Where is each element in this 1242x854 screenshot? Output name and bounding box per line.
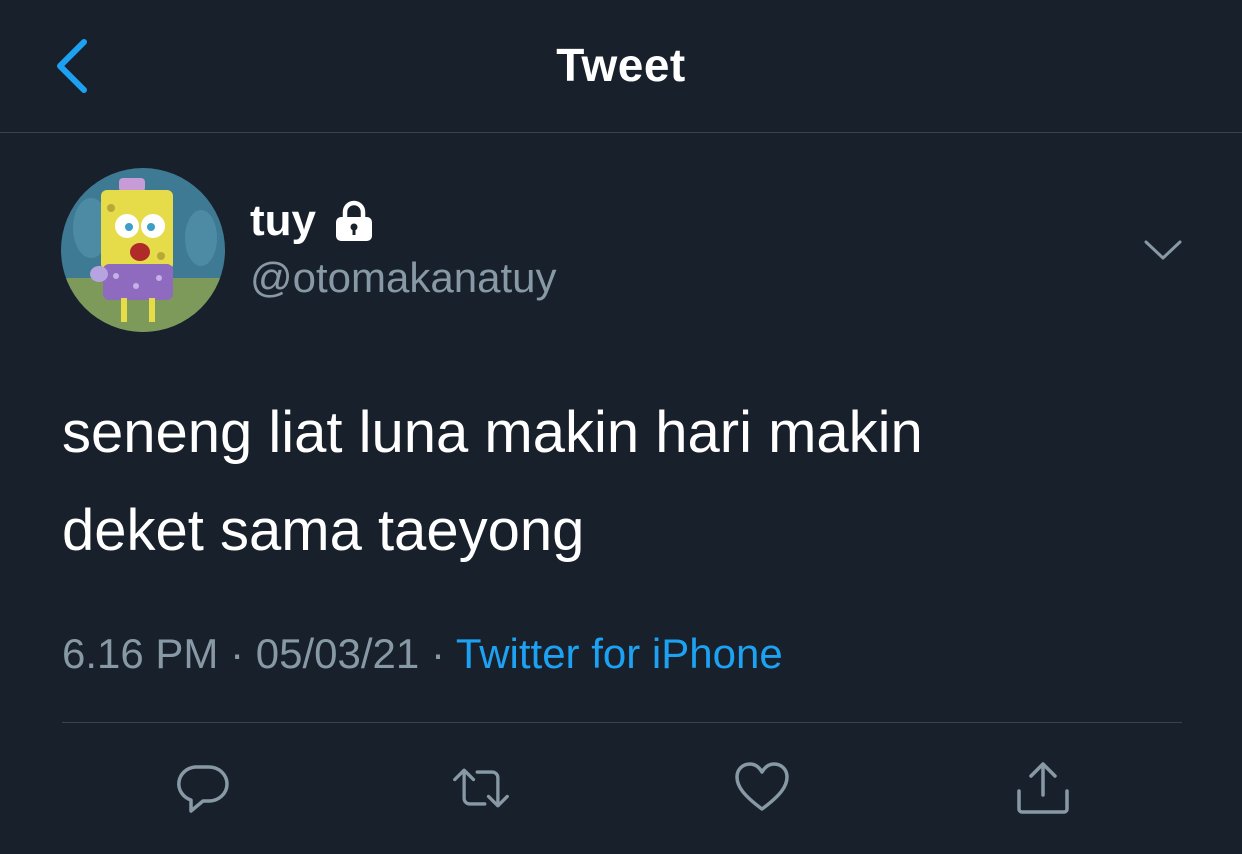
top-nav-bar: Tweet xyxy=(0,0,1242,133)
like-button[interactable] xyxy=(732,756,792,820)
reply-icon xyxy=(177,765,229,813)
tweet-date: 05/03/21 xyxy=(255,630,420,677)
tweet-detail-screen: Tweet tuy @otomakanatuy seneng liat luna… xyxy=(0,0,1242,854)
avatar[interactable] xyxy=(61,168,225,332)
author-handle[interactable]: @otomakanatuy xyxy=(250,254,556,302)
tweet-options-button[interactable] xyxy=(1140,228,1186,274)
like-icon xyxy=(735,762,789,811)
tweet-source-link[interactable]: Twitter for iPhone xyxy=(456,630,783,677)
meta-separator: · xyxy=(230,630,245,677)
reply-button[interactable] xyxy=(172,756,232,820)
divider xyxy=(62,722,1182,723)
page-title: Tweet xyxy=(556,39,686,91)
lock-icon xyxy=(336,200,372,241)
share-icon xyxy=(1017,762,1069,814)
tweet-time: 6.16 PM xyxy=(62,630,219,677)
retweet-icon xyxy=(453,768,509,808)
display-name-text: tuy xyxy=(250,196,316,245)
tweet-text: seneng liat luna makin hari makin deket … xyxy=(62,400,923,563)
meta-separator: · xyxy=(430,630,445,677)
chevron-down-icon xyxy=(1144,240,1182,260)
author-display-name[interactable]: tuy xyxy=(250,196,376,246)
spongebob-avatar-image xyxy=(61,168,225,332)
retweet-button[interactable] xyxy=(451,756,511,820)
share-button[interactable] xyxy=(1013,756,1073,820)
tweet-metadata: 6.16 PM · 05/03/21 · Twitter for iPhone xyxy=(62,630,783,678)
